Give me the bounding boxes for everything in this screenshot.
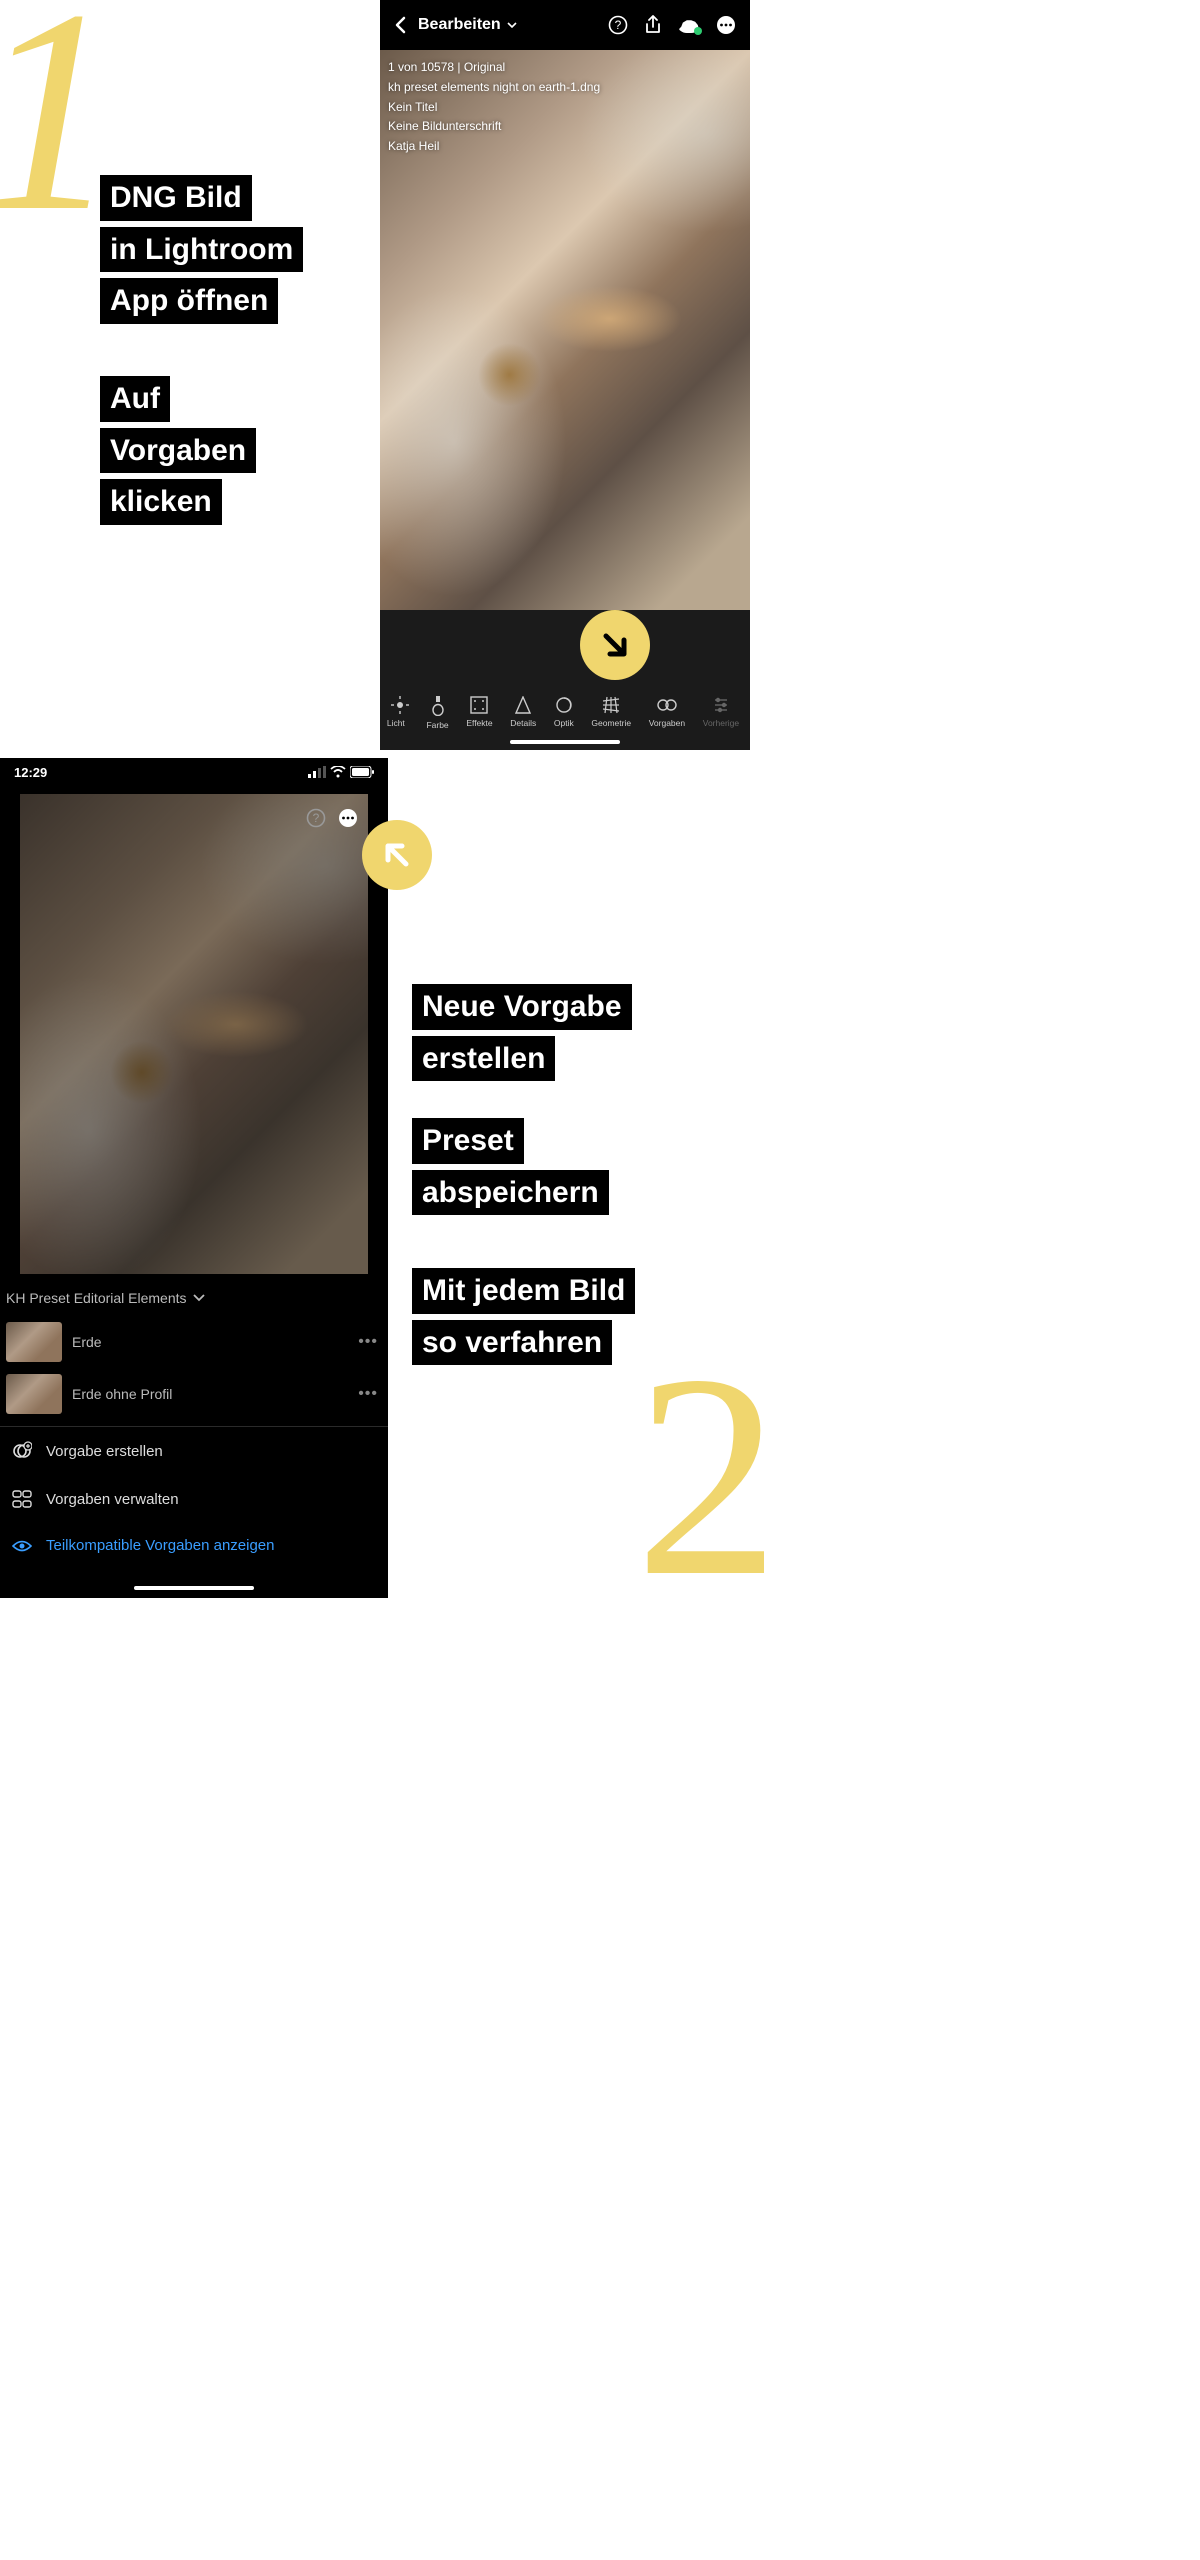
- tool-presets[interactable]: Vorgaben: [649, 696, 685, 730]
- menu-manage-presets[interactable]: Vorgaben verwalten: [0, 1475, 388, 1523]
- svg-text:?: ?: [313, 811, 320, 825]
- home-indicator: [134, 1586, 254, 1590]
- preset-item[interactable]: Erde •••: [0, 1316, 388, 1368]
- step-number-2: 2: [635, 1360, 780, 1592]
- preset-more-icon[interactable]: •••: [358, 1333, 378, 1351]
- status-bar: 12:29: [0, 758, 388, 786]
- tool-details[interactable]: Details: [510, 696, 536, 730]
- share-icon[interactable]: [644, 15, 662, 35]
- photo-preview-dim[interactable]: ?: [20, 794, 368, 1274]
- chevron-down-icon: [193, 1294, 205, 1302]
- preset-more-icon[interactable]: •••: [358, 1385, 378, 1403]
- svg-text:?: ?: [615, 18, 622, 32]
- signal-icon: [308, 766, 326, 778]
- more-icon[interactable]: [716, 15, 736, 35]
- tool-optics[interactable]: Optik: [554, 696, 574, 730]
- screenshot-2: 12:29 ? KH Preset Editorial Elements Erd…: [0, 758, 388, 1598]
- preset-thumbnail: [6, 1374, 62, 1414]
- preset-group-dropdown[interactable]: KH Preset Editorial Elements: [0, 1274, 388, 1316]
- instruction-1-click: Auf Vorgaben klicken: [100, 376, 256, 531]
- preset-item[interactable]: Erde ohne Profil •••: [0, 1368, 388, 1420]
- more-icon[interactable]: [338, 808, 358, 828]
- tool-effects[interactable]: Effekte: [466, 696, 492, 730]
- app-header: Bearbeiten ?: [380, 0, 750, 50]
- chevron-down-icon: [507, 22, 517, 28]
- instruction-2-repeat: Mit jedem Bild so verfahren: [412, 1268, 635, 1371]
- photo-preview[interactable]: 1 von 10578 | Original kh preset element…: [380, 50, 750, 610]
- wifi-icon: [330, 766, 346, 778]
- tool-geometry[interactable]: Geometrie: [591, 696, 631, 730]
- cloud-sync-icon[interactable]: [678, 17, 700, 33]
- instruction-2-save: Preset abspeichern: [412, 1118, 609, 1221]
- help-icon[interactable]: ?: [608, 15, 628, 35]
- back-icon[interactable]: [394, 16, 406, 34]
- edit-toolbar: Licht Farbe Effekte Details Optik Geomet…: [380, 696, 750, 730]
- menu-show-partial-presets[interactable]: Teilkompatible Vorgaben anzeigen: [0, 1523, 388, 1568]
- home-indicator: [510, 740, 620, 744]
- tool-light[interactable]: Licht: [391, 696, 409, 730]
- manage-presets-icon: [12, 1489, 32, 1509]
- menu-create-preset[interactable]: Vorgabe erstellen: [0, 1427, 388, 1475]
- add-preset-icon: [12, 1441, 32, 1461]
- pointer-arrow-up-left: [362, 820, 432, 890]
- battery-icon: [350, 766, 374, 778]
- status-time: 12:29: [14, 765, 47, 780]
- eye-icon: [12, 1539, 32, 1553]
- photo-metadata: 1 von 10578 | Original kh preset element…: [388, 58, 600, 157]
- instruction-2-create: Neue Vorgabe erstellen: [412, 984, 632, 1087]
- pointer-arrow-down-right: [580, 610, 650, 680]
- preset-thumbnail: [6, 1322, 62, 1362]
- tool-previous[interactable]: Vorherige: [703, 696, 739, 730]
- screenshot-1: Bearbeiten ? 1 von 10578 | Original kh p…: [380, 0, 750, 750]
- header-title-dropdown[interactable]: Bearbeiten: [418, 16, 596, 34]
- tool-color[interactable]: Farbe: [426, 696, 448, 730]
- instruction-1-open: DNG Bild in Lightroom App öffnen: [100, 175, 303, 330]
- help-icon[interactable]: ?: [306, 808, 326, 828]
